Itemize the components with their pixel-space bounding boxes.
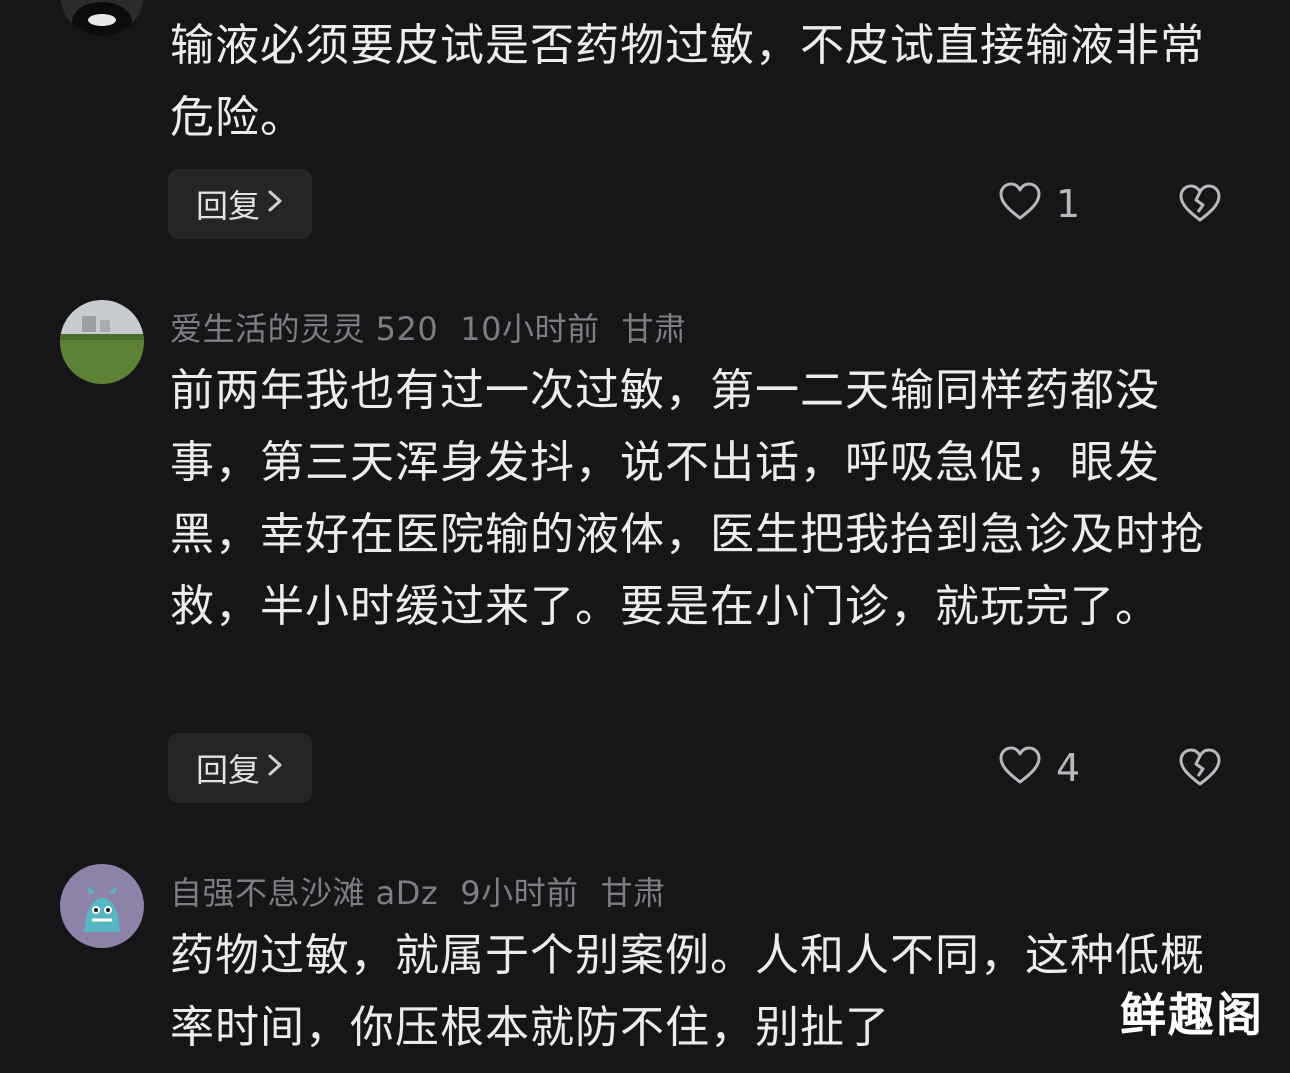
chevron-right-icon [266, 751, 284, 786]
timestamp: 10小时前 [460, 310, 600, 348]
broken-heart-icon [1178, 184, 1222, 228]
like-button[interactable]: 1 [998, 182, 1080, 226]
dislike-button[interactable] [1178, 748, 1222, 792]
username[interactable]: 自强不息沙滩 aDz [170, 874, 438, 912]
chevron-right-icon [266, 187, 284, 222]
username[interactable]: 爱生活的灵灵 520 [170, 310, 438, 348]
broken-heart-icon [1178, 748, 1222, 792]
like-button[interactable]: 4 [998, 746, 1080, 790]
comment-text: 药物过敏，就属于个别案例。人和人不同，这种低概率时间，你压根本就防不住，别扯了 [170, 930, 1205, 1053]
avatar[interactable] [60, 0, 144, 36]
avatar[interactable] [60, 864, 144, 948]
location: 甘肃 [621, 310, 687, 348]
comment-meta: 自强不息沙滩 aDz 9小时前 甘肃 [170, 868, 688, 914]
reply-button[interactable]: 回复 [168, 169, 312, 239]
timestamp: 9小时前 [460, 874, 579, 912]
reply-button[interactable]: 回复 [168, 733, 312, 803]
reply-label: 回复 [195, 187, 260, 225]
like-count: 1 [1056, 182, 1081, 226]
watermark: 鲜趣阁 [1120, 988, 1264, 1042]
heart-outline-icon [998, 182, 1042, 226]
like-count: 4 [1056, 746, 1081, 790]
comment-text: 前两年我也有过一次过敏，第一二天输同样药都没事，第三天浑身发抖，说不出话，呼吸急… [170, 365, 1205, 632]
comment-meta: 爱生活的灵灵 520 10小时前 甘肃 [170, 304, 709, 350]
location: 甘肃 [600, 874, 666, 912]
heart-outline-icon [998, 746, 1042, 790]
comment-text: 输液必须要皮试是否药物过敏，不皮试直接输液非常危险。 [170, 20, 1205, 143]
avatar[interactable] [60, 300, 144, 384]
dislike-button[interactable] [1178, 184, 1222, 228]
reply-label: 回复 [195, 751, 260, 789]
